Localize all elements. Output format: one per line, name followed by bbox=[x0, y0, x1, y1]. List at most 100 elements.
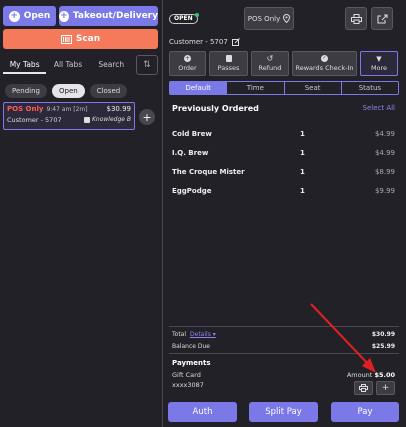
employee-icon bbox=[83, 116, 90, 123]
previously-ordered-header: Previously Ordered Select All bbox=[172, 104, 395, 113]
tab-amount: $30.99 bbox=[106, 105, 132, 113]
payment-method: Gift Card bbox=[172, 371, 201, 379]
edit-icon[interactable] bbox=[231, 38, 240, 46]
open-tab-card[interactable]: POS Only 9:47 am [2m] $30.99 Customer - 5… bbox=[3, 102, 135, 130]
more-label: More bbox=[370, 64, 388, 72]
check-circle-icon: ✓ bbox=[321, 55, 328, 62]
payment-account: xxxx3087 bbox=[172, 381, 204, 389]
rewards-label: Rewards Check-In bbox=[295, 64, 354, 72]
sort-icon: ⇅ bbox=[143, 60, 151, 70]
customer-header: Customer - 5707 bbox=[169, 38, 240, 46]
pos-only-label: POS Only bbox=[247, 14, 281, 23]
list-item[interactable]: EggPodge 1 $9.99 bbox=[172, 181, 395, 200]
auth-button[interactable]: Auth bbox=[168, 402, 237, 422]
undo-icon: ↺ bbox=[266, 54, 274, 63]
status-filters: Pending Open Closed bbox=[5, 84, 128, 98]
item-name: Cold Brew bbox=[172, 129, 212, 138]
split-pay-button[interactable]: Split Pay bbox=[249, 402, 318, 422]
payments-title: Payments bbox=[172, 359, 211, 367]
item-price: $4.99 bbox=[374, 129, 395, 138]
total-row: Total Details ▾ $30.99 bbox=[172, 331, 395, 338]
balance-label: Balance Due bbox=[172, 343, 210, 350]
order-label: Order bbox=[178, 64, 197, 72]
amount-value: $5.00 bbox=[374, 371, 395, 379]
total-value: $30.99 bbox=[371, 331, 395, 338]
plus-icon: + bbox=[381, 383, 390, 393]
item-name: The Croque Mister bbox=[172, 167, 245, 176]
clipboard-icon bbox=[225, 55, 232, 62]
more-button[interactable]: ▼ More bbox=[360, 51, 398, 76]
filter-open[interactable]: Open bbox=[51, 84, 85, 98]
segment-time[interactable]: Time bbox=[227, 82, 285, 94]
add-payment-button[interactable]: + bbox=[376, 381, 395, 395]
select-all-link[interactable]: Select All bbox=[363, 104, 396, 113]
scan-button[interactable]: Scan bbox=[3, 29, 158, 49]
order-button[interactable]: + Order bbox=[169, 51, 206, 76]
split-pay-label: Split Pay bbox=[265, 407, 302, 417]
filter-pending[interactable]: Pending bbox=[5, 84, 47, 98]
tab-my-tabs[interactable]: My Tabs bbox=[3, 56, 47, 74]
item-price: $9.99 bbox=[374, 186, 395, 195]
list-item[interactable]: I.Q. Brew 1 $4.99 bbox=[172, 143, 395, 162]
tab-employee: Knowledge B bbox=[91, 116, 131, 123]
tab-filter-tabs: My Tabs All Tabs Search bbox=[3, 56, 133, 74]
open-button[interactable]: + Open bbox=[3, 6, 56, 26]
payment-row: Gift Card Amount $5.00 bbox=[172, 371, 395, 379]
pos-only-button[interactable]: POS Only bbox=[244, 7, 294, 30]
item-qty: 1 bbox=[300, 186, 305, 195]
plus-circle-icon: + bbox=[184, 55, 191, 62]
tab-customer: Customer - 5707 bbox=[7, 116, 62, 124]
tab-all-tabs[interactable]: All Tabs bbox=[46, 56, 89, 74]
rewards-check-in-button[interactable]: ✓ Rewards Check-In bbox=[292, 51, 357, 76]
pos-only-tag: POS Only bbox=[7, 105, 44, 113]
order-items: Cold Brew 1 $4.99 I.Q. Brew 1 $4.99 The … bbox=[172, 124, 395, 200]
passes-label: Passes bbox=[217, 64, 240, 72]
filter-closed[interactable]: Closed bbox=[89, 84, 128, 98]
location-pin-icon bbox=[283, 14, 291, 23]
total-label: Total bbox=[172, 331, 187, 338]
scan-icon bbox=[60, 34, 72, 44]
plus-icon: + bbox=[142, 110, 152, 124]
list-item[interactable]: Cold Brew 1 $4.99 bbox=[172, 124, 395, 143]
item-qty: 1 bbox=[300, 148, 305, 157]
sort-button[interactable]: ⇅ bbox=[136, 55, 158, 75]
balance-row: Balance Due $25.99 bbox=[172, 343, 395, 350]
print-button[interactable] bbox=[345, 7, 367, 30]
auth-label: Auth bbox=[192, 407, 213, 417]
action-toolbar: + Order Passes ↺ Refund ✓ Rewards Check-… bbox=[169, 51, 398, 76]
printer-icon bbox=[350, 13, 362, 24]
pay-label: Pay bbox=[357, 407, 373, 417]
takeout-delivery-button[interactable]: + Takeout/Delivery bbox=[59, 6, 158, 26]
plus-icon: + bbox=[8, 10, 20, 22]
takeout-label: Takeout/Delivery bbox=[72, 11, 158, 21]
share-icon bbox=[377, 14, 387, 23]
balance-value: $25.99 bbox=[371, 343, 395, 350]
print-payment-button[interactable] bbox=[354, 381, 373, 395]
list-item[interactable]: The Croque Mister 1 $8.99 bbox=[172, 162, 395, 181]
previously-ordered-title: Previously Ordered bbox=[172, 104, 259, 113]
passes-button[interactable]: Passes bbox=[209, 51, 248, 76]
add-tab-button[interactable]: + bbox=[139, 109, 155, 125]
divider bbox=[169, 326, 399, 327]
item-name: I.Q. Brew bbox=[172, 148, 209, 157]
details-link[interactable]: Details ▾ bbox=[190, 331, 216, 338]
refund-button[interactable]: ↺ Refund bbox=[251, 51, 289, 76]
item-qty: 1 bbox=[300, 129, 305, 138]
item-name: EggPodge bbox=[172, 186, 212, 195]
tabs-panel: + Open + Takeout/Delivery Scan My Tabs A… bbox=[0, 0, 163, 427]
segment-status[interactable]: Status bbox=[342, 82, 398, 94]
item-price: $8.99 bbox=[374, 167, 395, 176]
open-label: Open bbox=[23, 11, 51, 21]
pay-button[interactable]: Pay bbox=[331, 402, 399, 422]
segment-default[interactable]: Default bbox=[170, 82, 228, 94]
tab-search[interactable]: Search bbox=[90, 56, 133, 74]
item-qty: 1 bbox=[300, 167, 305, 176]
share-button[interactable] bbox=[371, 7, 393, 30]
customer-name: Customer - 5707 bbox=[169, 38, 228, 46]
order-detail-panel: OPEN POS Only Customer - 5707 + Order Pa… bbox=[164, 0, 406, 427]
view-segments: Default Time Seat Status bbox=[169, 81, 399, 95]
status-badge: OPEN bbox=[169, 13, 199, 24]
segment-seat[interactable]: Seat bbox=[285, 82, 342, 94]
tab-time: 9:47 am [2m] bbox=[46, 106, 88, 113]
amount-label: Amount bbox=[346, 371, 373, 379]
